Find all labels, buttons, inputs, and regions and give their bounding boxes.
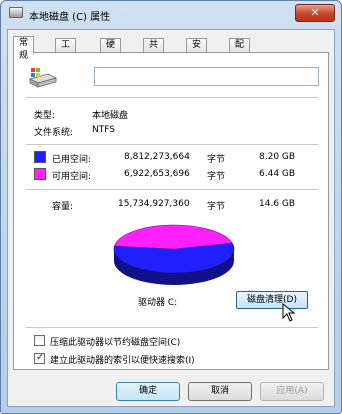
tab-tools[interactable]: 工具 (55, 38, 77, 63)
checkmark-icon: ✓ (36, 352, 45, 363)
drive-title-icon (9, 7, 23, 18)
free-space-unit: 字节 (207, 172, 226, 182)
compress-drive-label: 压缩此驱动器以节约磁盘空间(C) (50, 338, 181, 348)
used-space-size: 8.20 GB (259, 152, 296, 162)
disk-usage-pie-chart (113, 224, 235, 285)
title-bar[interactable]: 本地磁盘 (C) 属性 ✕ (1, 1, 341, 27)
separator (26, 144, 318, 145)
filesystem-label: 文件系统: (34, 128, 74, 138)
dialog-body: 常规 工具 硬件 共享 安全 配额 类型: 本地磁盘 文件系统: NTFS (7, 29, 335, 407)
compress-drive-checkbox[interactable] (34, 335, 45, 346)
tab-hardware[interactable]: 硬件 (100, 38, 122, 63)
separator (26, 189, 318, 190)
index-drive-checkbox[interactable]: ✓ (34, 352, 45, 364)
used-space-bytes: 8,812,273,664 (124, 152, 190, 162)
used-space-unit: 字节 (207, 155, 226, 165)
used-space-label: 已用空间: (52, 155, 92, 165)
properties-window: 本地磁盘 (C) 属性 ✕ 常规 工具 硬件 共享 安全 配额 类型: (0, 0, 342, 414)
general-panel: 类型: 本地磁盘 文件系统: NTFS 已用空间: 8,812,273,664 … (13, 52, 329, 370)
tab-general[interactable]: 常规 (13, 36, 35, 61)
window-title: 本地磁盘 (C) 属性 (29, 12, 111, 23)
mouse-cursor-icon (282, 303, 296, 322)
ok-button[interactable]: 确定 (116, 382, 180, 401)
capacity-unit: 字节 (207, 202, 226, 212)
separator (26, 327, 318, 328)
filesystem-value: NTFS (92, 125, 115, 135)
type-label: 类型: (34, 111, 56, 121)
free-space-label: 可用空间: (52, 172, 92, 182)
tab-sharing[interactable]: 共享 (143, 38, 165, 63)
capacity-label: 容量: (52, 202, 74, 212)
close-button[interactable]: ✕ (295, 4, 335, 22)
drive-letter-label: 驱动器 C: (138, 298, 178, 308)
separator (26, 97, 318, 98)
type-value: 本地磁盘 (92, 111, 129, 121)
drive-icon (28, 68, 58, 88)
capacity-bytes: 15,734,927,360 (118, 199, 190, 209)
apply-button[interactable]: 应用(A) (260, 382, 324, 401)
free-space-swatch (34, 168, 46, 180)
tab-security[interactable]: 安全 (186, 38, 208, 63)
drive-name-input[interactable] (94, 67, 319, 86)
free-space-size: 6.44 GB (259, 169, 296, 179)
used-space-swatch (34, 151, 46, 163)
cancel-button[interactable]: 取消 (188, 382, 252, 401)
index-drive-label: 建立此驱动器的索引以便快速搜索(I) (50, 356, 195, 366)
tab-quota[interactable]: 配额 (229, 38, 251, 63)
capacity-size: 14.6 GB (259, 199, 296, 209)
free-space-bytes: 6,922,653,696 (124, 169, 190, 179)
